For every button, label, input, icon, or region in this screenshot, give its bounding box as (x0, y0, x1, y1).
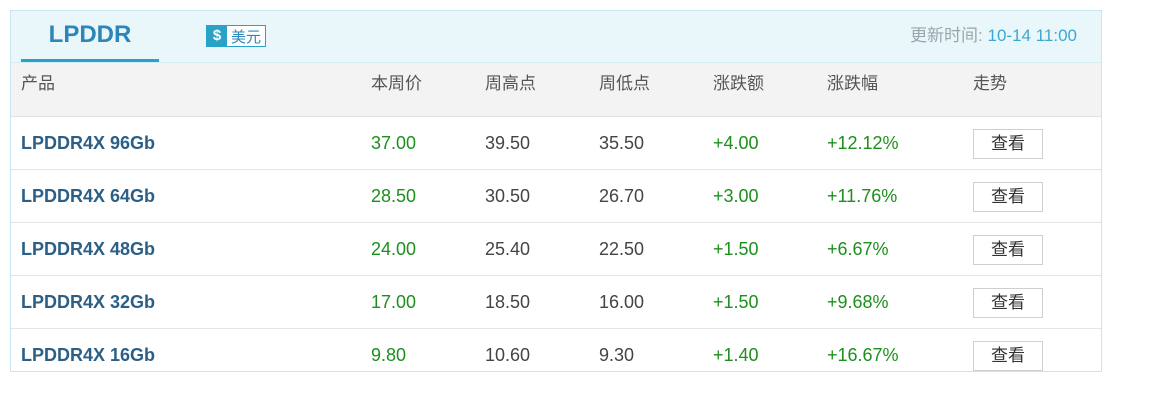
update-time-label: 更新时间: (910, 26, 988, 45)
view-trend-button[interactable]: 查看 (973, 288, 1043, 318)
update-time: 更新时间: 10-14 11:00 (910, 25, 1077, 47)
change-cell: +4.00 (713, 133, 759, 153)
table-header: 产品 本周价 周高点 周低点 涨跌额 涨跌幅 走势 (11, 63, 1101, 117)
price-panel: LPDDR $ 美元 更新时间: 10-14 11:00 产品 本周价 周高点 … (10, 10, 1102, 372)
high-cell: 10.60 (485, 345, 531, 365)
change-pct-cell: +16.67% (827, 345, 899, 365)
product-name[interactable]: LPDDR4X 64Gb (21, 170, 155, 222)
high-cell: 18.50 (485, 292, 531, 312)
update-time-value: 10-14 11:00 (987, 26, 1077, 45)
dollar-icon: $ (207, 26, 227, 46)
header-trend: 走势 (973, 74, 1007, 93)
change-cell: +1.50 (713, 292, 759, 312)
price-cell: 28.50 (371, 186, 417, 206)
price-cell: 9.80 (371, 345, 407, 365)
high-cell: 39.50 (485, 133, 531, 153)
table-row: LPDDR4X 64Gb 28.50 30.50 26.70 +3.00 +11… (11, 170, 1101, 223)
currency-toggle[interactable]: $ 美元 (206, 25, 267, 47)
header-change: 涨跌额 (713, 74, 764, 93)
table-row: LPDDR4X 48Gb 24.00 25.40 22.50 +1.50 +6.… (11, 223, 1101, 276)
change-cell: +1.50 (713, 239, 759, 259)
panel-header: LPDDR $ 美元 更新时间: 10-14 11:00 (11, 11, 1101, 63)
table-row: LPDDR4X 96Gb 37.00 39.50 35.50 +4.00 +12… (11, 117, 1101, 170)
low-cell: 9.30 (599, 345, 635, 365)
view-trend-button[interactable]: 查看 (973, 182, 1043, 212)
header-high: 周高点 (485, 74, 536, 93)
product-name[interactable]: LPDDR4X 48Gb (21, 223, 155, 275)
change-pct-cell: +9.68% (827, 292, 889, 312)
high-cell: 25.40 (485, 239, 531, 259)
price-cell: 17.00 (371, 292, 417, 312)
change-pct-cell: +6.67% (827, 239, 889, 259)
product-name[interactable]: LPDDR4X 32Gb (21, 276, 155, 328)
table-row: LPDDR4X 16Gb 9.80 10.60 9.30 +1.40 +16.6… (11, 329, 1101, 371)
product-name[interactable]: LPDDR4X 16Gb (21, 329, 155, 371)
high-cell: 30.50 (485, 186, 531, 206)
low-cell: 26.70 (599, 186, 645, 206)
low-cell: 22.50 (599, 239, 645, 259)
change-cell: +3.00 (713, 186, 759, 206)
change-cell: +1.40 (713, 345, 759, 365)
change-pct-cell: +11.76% (827, 186, 898, 206)
low-cell: 16.00 (599, 292, 645, 312)
currency-label: 美元 (231, 28, 262, 46)
low-cell: 35.50 (599, 133, 645, 153)
tab-lpddr[interactable]: LPDDR (21, 11, 159, 62)
view-trend-button[interactable]: 查看 (973, 235, 1043, 265)
price-cell: 37.00 (371, 133, 417, 153)
change-pct-cell: +12.12% (827, 133, 899, 153)
header-change-pct: 涨跌幅 (827, 74, 878, 93)
product-name[interactable]: LPDDR4X 96Gb (21, 117, 155, 169)
header-low: 周低点 (599, 74, 650, 93)
header-product: 产品 (21, 74, 55, 93)
view-trend-button[interactable]: 查看 (973, 341, 1043, 371)
view-trend-button[interactable]: 查看 (973, 129, 1043, 159)
table-row: LPDDR4X 32Gb 17.00 18.50 16.00 +1.50 +9.… (11, 276, 1101, 329)
price-cell: 24.00 (371, 239, 417, 259)
header-price: 本周价 (371, 74, 422, 93)
